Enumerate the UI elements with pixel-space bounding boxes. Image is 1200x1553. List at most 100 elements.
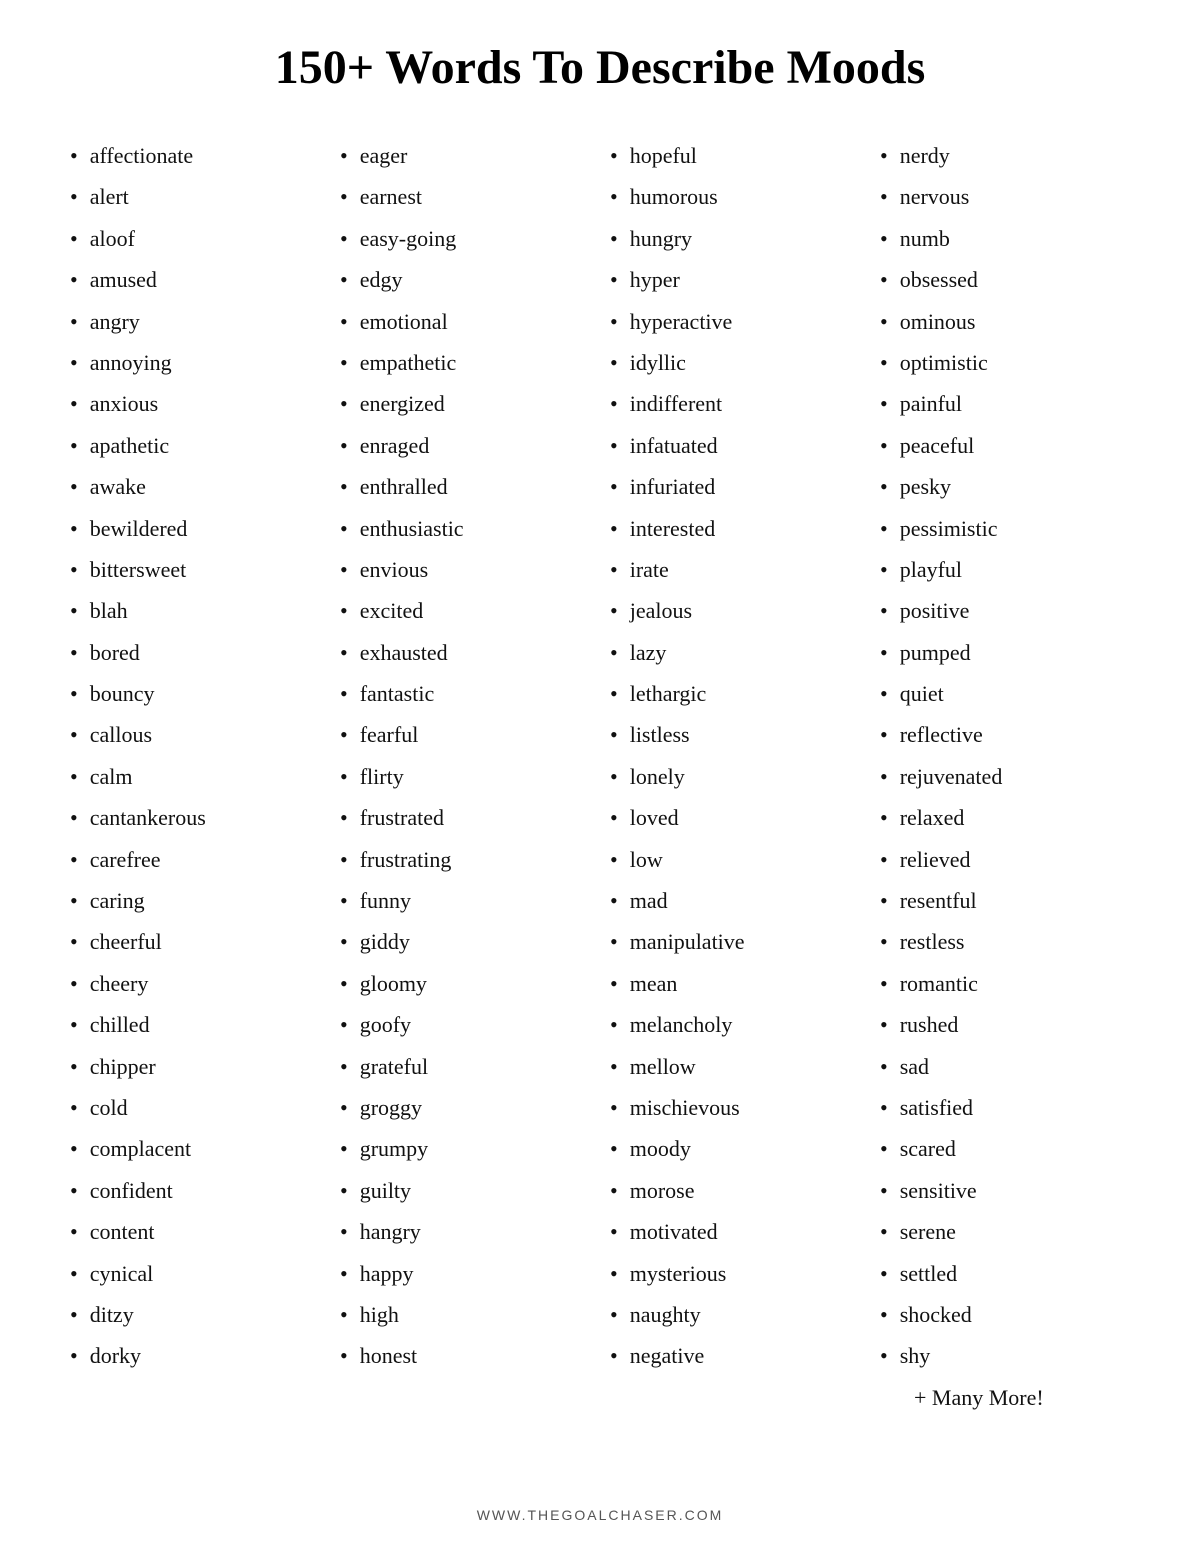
list-item: low xyxy=(610,839,860,880)
list-item: chipper xyxy=(70,1046,320,1087)
list-item: bouncy xyxy=(70,673,320,714)
list-item: interested xyxy=(610,508,860,549)
list-item: pumped xyxy=(880,632,1130,673)
list-item: satisfied xyxy=(880,1087,1130,1128)
list-item: frustrated xyxy=(340,797,590,838)
list-item: content xyxy=(70,1211,320,1252)
list-item: fearful xyxy=(340,714,590,755)
word-grid: affectionatealertaloofamusedangryannoyin… xyxy=(60,135,1140,1477)
list-item: anxious xyxy=(70,383,320,424)
list-item: sensitive xyxy=(880,1170,1130,1211)
list-item: obsessed xyxy=(880,259,1130,300)
list-item: callous xyxy=(70,714,320,755)
list-item: humorous xyxy=(610,176,860,217)
list-item: amused xyxy=(70,259,320,300)
list-item: pesky xyxy=(880,466,1130,507)
list-item: hangry xyxy=(340,1211,590,1252)
list-item: romantic xyxy=(880,963,1130,1004)
list-item: scared xyxy=(880,1128,1130,1169)
list-item: rushed xyxy=(880,1004,1130,1045)
list-item: apathetic xyxy=(70,425,320,466)
list-item: hungry xyxy=(610,218,860,259)
list-item: lethargic xyxy=(610,673,860,714)
list-item: edgy xyxy=(340,259,590,300)
list-item: peaceful xyxy=(880,425,1130,466)
list-item: playful xyxy=(880,549,1130,590)
list-item: optimistic xyxy=(880,342,1130,383)
list-item: motivated xyxy=(610,1211,860,1252)
list-item: irate xyxy=(610,549,860,590)
list-item: loved xyxy=(610,797,860,838)
word-list-4: nerdynervousnumbobsessedominousoptimisti… xyxy=(880,135,1130,1377)
list-item: awake xyxy=(70,466,320,507)
list-item: enthusiastic xyxy=(340,508,590,549)
list-item: empathetic xyxy=(340,342,590,383)
list-item: ominous xyxy=(880,301,1130,342)
list-item: grumpy xyxy=(340,1128,590,1169)
list-item: cantankerous xyxy=(70,797,320,838)
list-item: positive xyxy=(880,590,1130,631)
list-item: mad xyxy=(610,880,860,921)
list-item: hopeful xyxy=(610,135,860,176)
list-item: angry xyxy=(70,301,320,342)
list-item: frustrating xyxy=(340,839,590,880)
list-item: groggy xyxy=(340,1087,590,1128)
list-item: envious xyxy=(340,549,590,590)
list-item: reflective xyxy=(880,714,1130,755)
list-item: funny xyxy=(340,880,590,921)
list-item: sad xyxy=(880,1046,1130,1087)
list-item: hyperactive xyxy=(610,301,860,342)
list-item: ditzy xyxy=(70,1294,320,1335)
list-item: shy xyxy=(880,1335,1130,1376)
list-item: relieved xyxy=(880,839,1130,880)
list-item: restless xyxy=(880,921,1130,962)
list-item: quiet xyxy=(880,673,1130,714)
word-list-2: eagerearnesteasy-goingedgyemotionalempat… xyxy=(340,135,590,1377)
list-item: dorky xyxy=(70,1335,320,1376)
list-item: idyllic xyxy=(610,342,860,383)
list-item: listless xyxy=(610,714,860,755)
list-item: fantastic xyxy=(340,673,590,714)
list-item: naughty xyxy=(610,1294,860,1335)
list-item: guilty xyxy=(340,1170,590,1211)
list-item: settled xyxy=(880,1253,1130,1294)
list-item: mysterious xyxy=(610,1253,860,1294)
list-item: complacent xyxy=(70,1128,320,1169)
list-item: shocked xyxy=(880,1294,1130,1335)
word-list-3: hopefulhumoroushungryhyperhyperactiveidy… xyxy=(610,135,860,1377)
list-item: caring xyxy=(70,880,320,921)
list-item: eager xyxy=(340,135,590,176)
list-item: bewildered xyxy=(70,508,320,549)
list-item: negative xyxy=(610,1335,860,1376)
extra-note: + Many More! xyxy=(880,1377,1130,1418)
list-item: mellow xyxy=(610,1046,860,1087)
list-item: lazy xyxy=(610,632,860,673)
list-item: bittersweet xyxy=(70,549,320,590)
list-item: moody xyxy=(610,1128,860,1169)
list-item: giddy xyxy=(340,921,590,962)
list-item: painful xyxy=(880,383,1130,424)
list-item: affectionate xyxy=(70,135,320,176)
list-item: easy-going xyxy=(340,218,590,259)
column-2: eagerearnesteasy-goingedgyemotionalempat… xyxy=(330,135,600,1477)
list-item: enthralled xyxy=(340,466,590,507)
list-item: jealous xyxy=(610,590,860,631)
list-item: manipulative xyxy=(610,921,860,962)
list-item: melancholy xyxy=(610,1004,860,1045)
list-item: blah xyxy=(70,590,320,631)
list-item: grateful xyxy=(340,1046,590,1087)
list-item: mean xyxy=(610,963,860,1004)
list-item: exhausted xyxy=(340,632,590,673)
list-item: pessimistic xyxy=(880,508,1130,549)
list-item: emotional xyxy=(340,301,590,342)
list-item: cheerful xyxy=(70,921,320,962)
list-item: happy xyxy=(340,1253,590,1294)
list-item: morose xyxy=(610,1170,860,1211)
list-item: mischievous xyxy=(610,1087,860,1128)
list-item: excited xyxy=(340,590,590,631)
list-item: honest xyxy=(340,1335,590,1376)
list-item: rejuvenated xyxy=(880,756,1130,797)
column-1: affectionatealertaloofamusedangryannoyin… xyxy=(60,135,330,1477)
list-item: goofy xyxy=(340,1004,590,1045)
list-item: lonely xyxy=(610,756,860,797)
